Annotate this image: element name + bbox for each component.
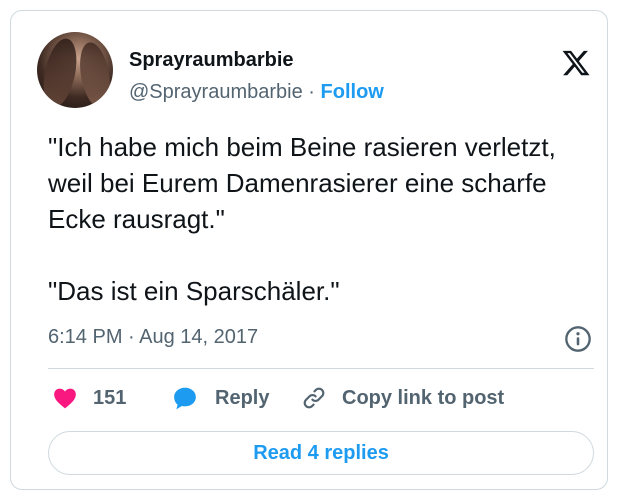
x-logo-icon[interactable] bbox=[560, 48, 592, 78]
divider bbox=[48, 368, 594, 369]
tweet-timestamp[interactable]: 6:14 PM · Aug 14, 2017 bbox=[48, 326, 258, 349]
read-replies-button[interactable]: Read 4 replies bbox=[48, 431, 594, 475]
tweet-embed-card: Sprayraumbarbie @Sprayraumbarbie · Follo… bbox=[10, 10, 608, 490]
tweet-text: "Ich habe mich beim Beine rasieren verle… bbox=[48, 132, 556, 306]
author-display-name[interactable]: Sprayraumbarbie bbox=[129, 49, 294, 72]
author-handle-row: @Sprayraumbarbie · Follow bbox=[129, 81, 384, 104]
separator-dot: · bbox=[308, 81, 315, 103]
avatar[interactable] bbox=[37, 32, 113, 108]
reply-button[interactable]: Reply bbox=[171, 385, 269, 411]
heart-icon bbox=[54, 388, 76, 409]
like-button[interactable]: 151 bbox=[51, 385, 126, 411]
link-icon bbox=[303, 387, 325, 409]
speech-bubble-icon bbox=[174, 387, 196, 410]
author-handle[interactable]: @Sprayraumbarbie bbox=[129, 81, 303, 103]
copy-link-button[interactable]: Copy link to post bbox=[300, 385, 504, 411]
like-count: 151 bbox=[93, 386, 127, 409]
copy-link-label: Copy link to post bbox=[342, 386, 505, 409]
info-icon[interactable] bbox=[564, 325, 592, 353]
follow-button[interactable]: Follow bbox=[321, 81, 384, 103]
reply-label: Reply bbox=[215, 386, 270, 409]
